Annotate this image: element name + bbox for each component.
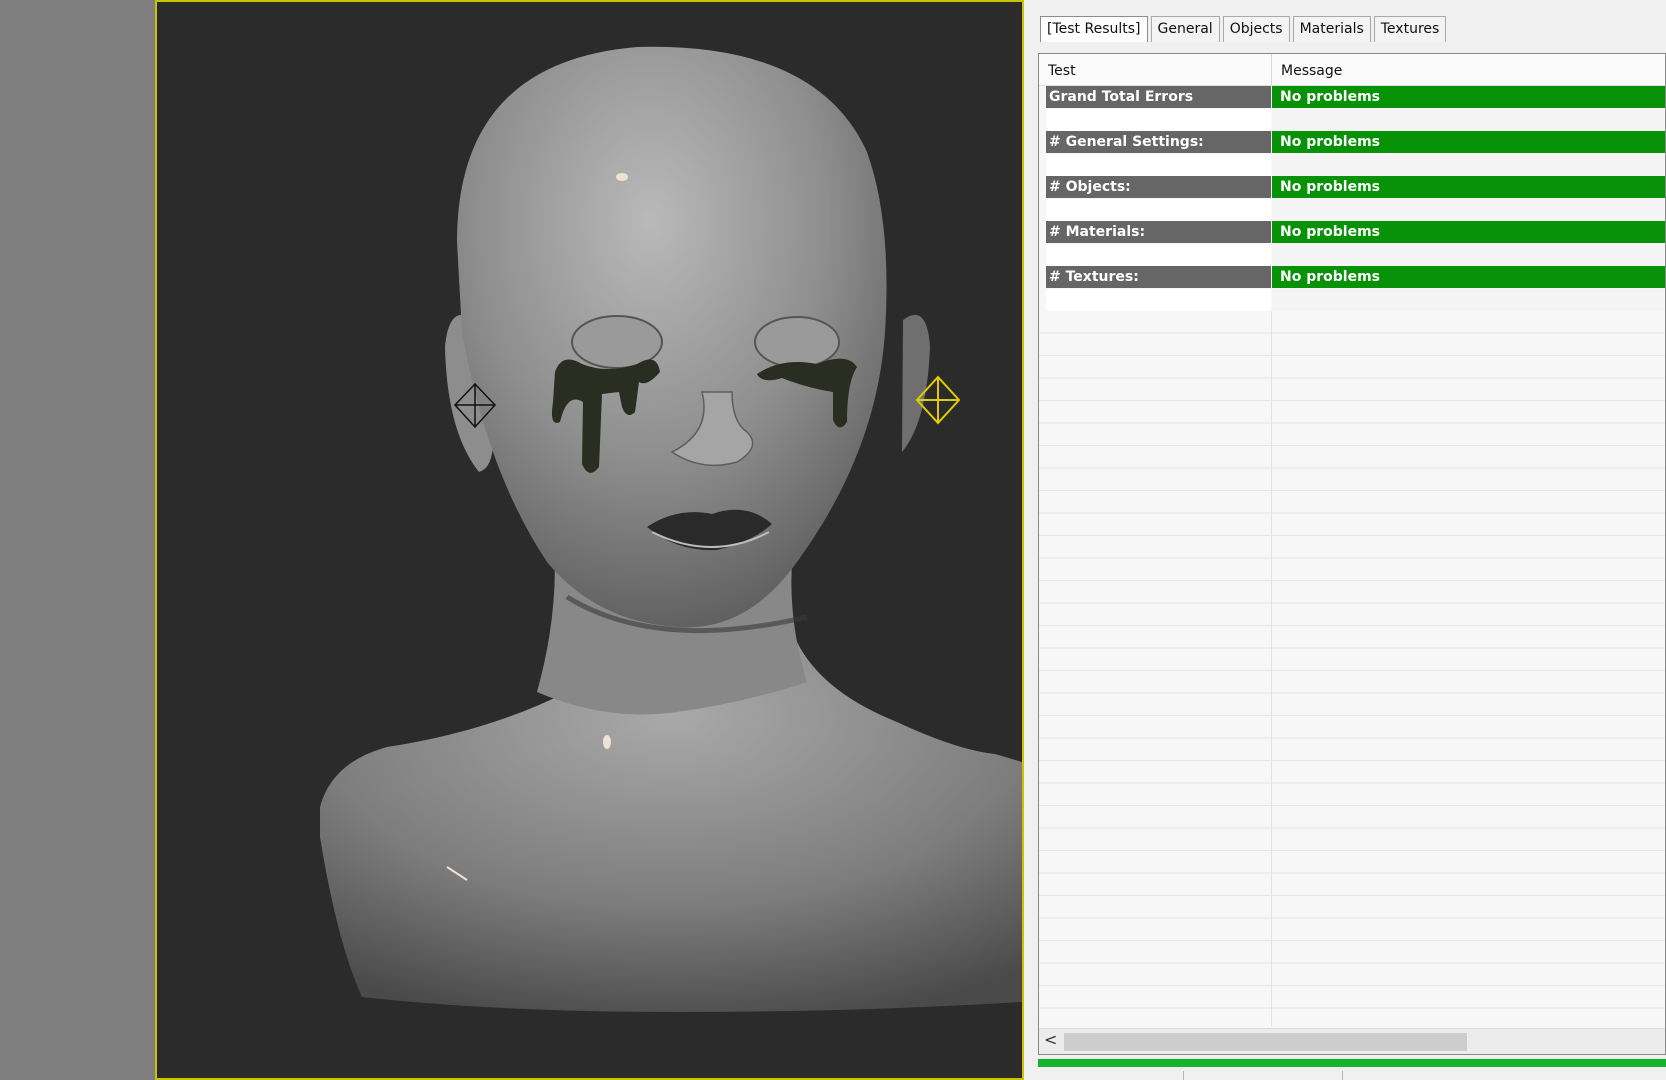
table-row[interactable]: # General Settings: No problems	[1039, 131, 1665, 154]
tab-bar: [Test Results] General Objects Materials…	[1040, 16, 1449, 42]
head-bust-model[interactable]	[320, 46, 1022, 1012]
test-cell: # Textures:	[1046, 266, 1271, 288]
table-row-empty	[1039, 243, 1665, 267]
message-cell: No problems	[1272, 131, 1665, 153]
progress-bar	[1038, 1058, 1666, 1068]
tab-objects[interactable]: Objects	[1222, 16, 1290, 42]
results-table[interactable]: Test Message Grand Total Errors No probl…	[1038, 53, 1666, 1055]
empty-grid-area	[1039, 311, 1665, 1026]
scene-checker-panel: [Test Results] General Objects Materials…	[1038, 0, 1666, 1080]
status-separator	[1342, 1071, 1343, 1080]
3d-viewport[interactable]	[155, 0, 1024, 1080]
table-row[interactable]: # Materials: No problems	[1039, 221, 1665, 244]
status-separator	[1183, 1071, 1184, 1080]
scrollbar-thumb[interactable]	[1064, 1033, 1467, 1051]
test-cell: # Materials:	[1046, 221, 1271, 243]
message-cell: No problems	[1272, 176, 1665, 198]
table-row-empty	[1039, 288, 1665, 312]
status-bar	[1038, 1071, 1666, 1080]
table-row-empty	[1039, 198, 1665, 222]
test-cell: Grand Total Errors	[1046, 86, 1271, 108]
table-row[interactable]: Grand Total Errors No problems	[1039, 86, 1665, 109]
tab-textures[interactable]: Textures	[1373, 16, 1447, 42]
test-cell: # General Settings:	[1046, 131, 1271, 153]
table-row-empty	[1039, 108, 1665, 132]
table-header: Test Message	[1039, 54, 1665, 86]
horizontal-scrollbar[interactable]: <	[1039, 1028, 1665, 1054]
scroll-left-arrow-icon[interactable]: <	[1044, 1030, 1057, 1049]
progress-fill	[1038, 1059, 1666, 1067]
scene-render	[320, 46, 1022, 1012]
message-cell: No problems	[1272, 266, 1665, 288]
left-dock-strip	[0, 0, 155, 1080]
message-cell: No problems	[1272, 86, 1665, 108]
tab-general[interactable]: General	[1150, 16, 1220, 42]
table-row-empty	[1039, 153, 1665, 177]
table-rows: Grand Total Errors No problems # General…	[1039, 86, 1665, 311]
column-header-test[interactable]: Test	[1039, 54, 1272, 86]
table-row[interactable]: # Textures: No problems	[1039, 266, 1665, 289]
message-cell: No problems	[1272, 221, 1665, 243]
test-cell: # Objects:	[1046, 176, 1271, 198]
tab-test-results[interactable]: [Test Results]	[1040, 16, 1148, 42]
tab-materials[interactable]: Materials	[1292, 16, 1371, 42]
splitter[interactable]	[1024, 0, 1038, 1080]
column-header-message[interactable]: Message	[1272, 54, 1665, 86]
table-row[interactable]: # Objects: No problems	[1039, 176, 1665, 199]
